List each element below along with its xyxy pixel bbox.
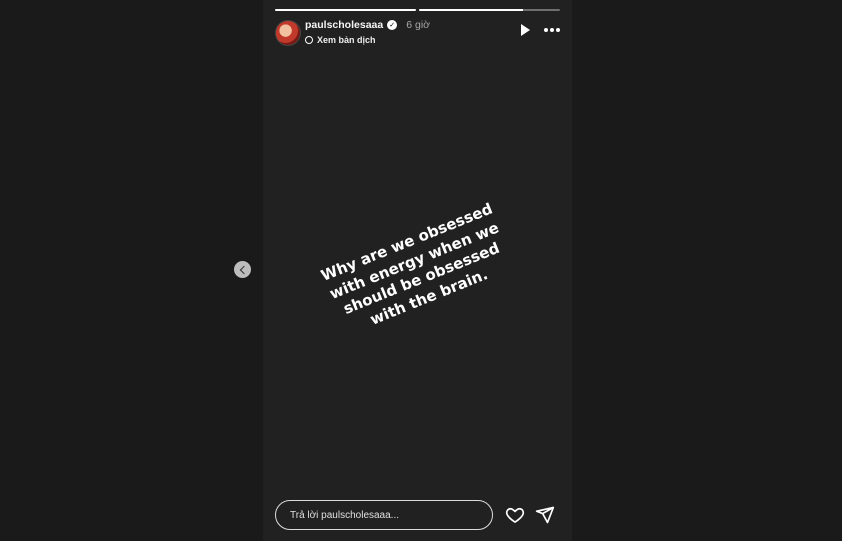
avatar[interactable] (275, 20, 301, 46)
username[interactable]: paulscholesaaa (305, 19, 383, 31)
reply-input[interactable] (276, 501, 492, 529)
progress-bar (275, 9, 416, 11)
translate-label: Xem bản dịch (317, 35, 376, 45)
story-text: Why are we obsessed with energy when we … (301, 193, 534, 348)
previous-story-button[interactable] (234, 261, 251, 278)
verified-badge-icon: ✓ (387, 20, 398, 30)
progress-bar (419, 9, 560, 11)
translate-icon (305, 36, 313, 44)
send-button[interactable] (535, 505, 555, 525)
reply-field[interactable] (275, 500, 493, 530)
story-progress (275, 9, 560, 11)
like-button[interactable] (505, 505, 525, 525)
story-header: paulscholesaaa ✓ 6 giờ Xem bản dịch (275, 18, 560, 48)
send-icon (535, 506, 555, 524)
play-icon[interactable] (521, 24, 530, 36)
heart-icon (505, 507, 525, 523)
translate-link[interactable]: Xem bản dịch (305, 35, 430, 45)
chevron-left-icon (239, 265, 248, 274)
more-icon[interactable] (544, 28, 560, 32)
timestamp: 6 giờ (406, 19, 431, 31)
story-viewer[interactable]: paulscholesaaa ✓ 6 giờ Xem bản dịch Why … (263, 0, 572, 541)
